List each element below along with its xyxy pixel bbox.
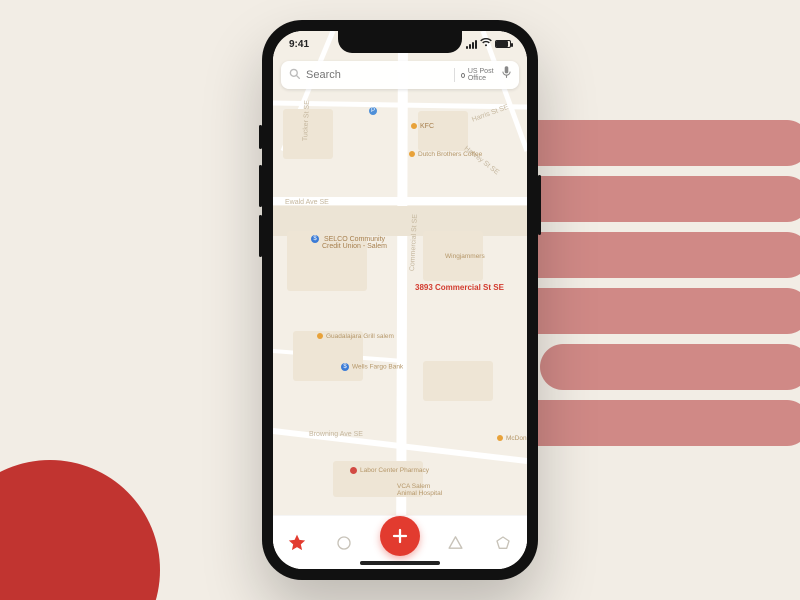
tab-favorites[interactable] (285, 531, 309, 555)
poi-vca[interactable]: VCA SalemAnimal Hospital (397, 483, 442, 497)
signal-icon (466, 40, 477, 49)
street-label: Ewald Ave SE (285, 199, 329, 206)
poi-wingjammers[interactable]: Wingjammers (445, 253, 485, 260)
tab-triangle[interactable] (444, 531, 468, 555)
status-time: 9:41 (289, 39, 309, 50)
pin-address-label: 3893 Commercial St SE (415, 283, 504, 292)
home-indicator (360, 561, 440, 565)
poi-wells[interactable]: Wells Fargo Bank (341, 363, 403, 371)
tab-circle[interactable] (332, 531, 356, 555)
plus-icon (391, 527, 409, 545)
search-context-badge: US Post Office (454, 68, 496, 82)
search-bar[interactable]: US Post Office (281, 61, 519, 89)
location-dot-icon (461, 73, 465, 78)
poi-selco[interactable]: SELCO CommunityCredit Union - Salem (311, 235, 387, 250)
mic-icon[interactable] (502, 66, 511, 84)
phone-frame: 9:41 (262, 20, 538, 580)
map-canvas[interactable]: Ewald Ave SE Commercial St SE Tucker St … (273, 31, 527, 569)
search-icon (289, 66, 300, 84)
poi-labor[interactable]: Labor Center Pharmacy (350, 467, 429, 474)
poi-kfc[interactable]: KFC (411, 123, 434, 130)
street-label: Browning Ave SE (309, 431, 363, 438)
poi-guadalajara[interactable]: Guadalajara Grill salem (317, 333, 394, 340)
decorative-circle (0, 460, 160, 600)
notch (338, 31, 462, 53)
poi-dutch[interactable]: Dutch Brothers Coffee (409, 151, 482, 158)
poi-mcdon[interactable]: McDon (497, 435, 527, 442)
poi-parking (369, 107, 380, 115)
tab-pentagon[interactable] (491, 531, 515, 555)
status-indicators (466, 38, 511, 50)
wifi-icon (480, 38, 492, 50)
battery-icon (495, 40, 511, 48)
add-button[interactable] (380, 516, 420, 556)
search-input[interactable] (306, 69, 448, 81)
screen: 9:41 (273, 31, 527, 569)
